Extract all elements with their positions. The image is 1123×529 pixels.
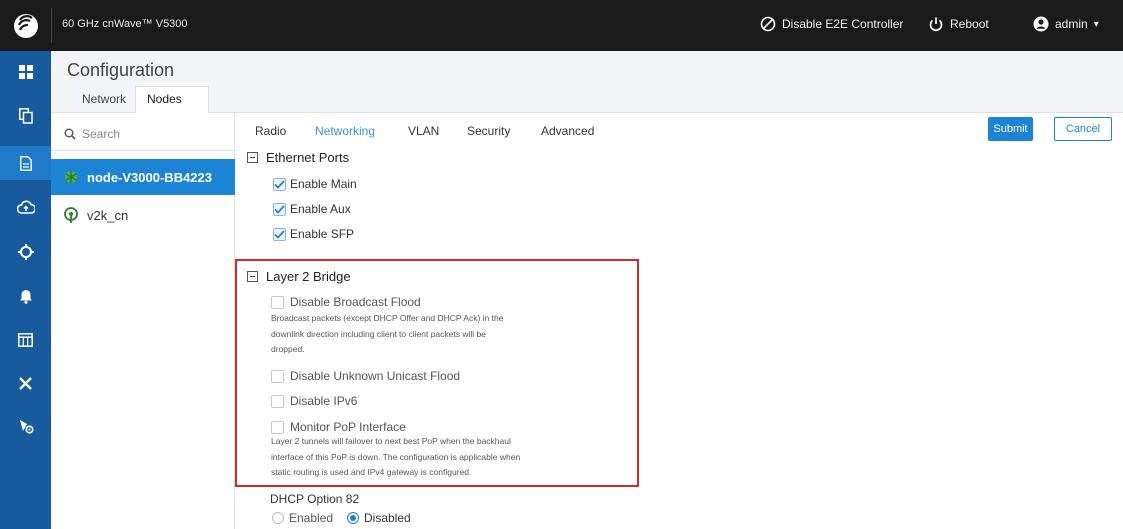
- disable-e2e-controller-label: Disable E2E Controller: [782, 17, 904, 31]
- user-name: admin: [1055, 17, 1088, 31]
- dhcp-enabled-label: Enabled: [289, 511, 334, 525]
- configuration-icon: [19, 155, 32, 171]
- app-title: 60 GHz cnWave™ V5300: [62, 18, 188, 30]
- logo-divider: [51, 8, 52, 43]
- rail-schedule[interactable]: [0, 323, 51, 357]
- disable-e2e-controller-button[interactable]: Disable E2E Controller: [760, 16, 903, 32]
- power-icon: [929, 17, 943, 32]
- tab-security[interactable]: Security: [467, 124, 510, 138]
- dhcp-disabled-radio[interactable]: [347, 512, 359, 524]
- check-icon: [274, 179, 285, 189]
- enable-main-option[interactable]: Enable Main: [273, 177, 357, 191]
- rail-configuration[interactable]: [0, 146, 51, 180]
- logo-icon: [13, 13, 38, 38]
- page-title: Configuration: [67, 60, 175, 80]
- enable-sfp-label: Enable SFP: [290, 227, 355, 241]
- rail-dashboard[interactable]: [0, 55, 51, 89]
- node-item-bb4223[interactable]: node-V3000-BB4223: [51, 159, 235, 195]
- rail-alarms[interactable]: [0, 279, 51, 313]
- search-icon: [64, 128, 76, 140]
- calendar-icon: [18, 333, 33, 347]
- chevron-down-icon: ▾: [1093, 18, 1099, 30]
- rail-target[interactable]: [0, 235, 51, 269]
- user-icon: [1033, 16, 1049, 32]
- tab-vlan[interactable]: VLAN: [408, 124, 439, 138]
- rail-network-settings[interactable]: [0, 409, 51, 443]
- nav-rail: [0, 51, 51, 529]
- dhcp-disabled-option[interactable]: Disabled: [347, 511, 411, 525]
- enable-aux-option[interactable]: Enable Aux: [273, 202, 351, 216]
- ethernet-ports-header[interactable]: Ethernet Ports: [247, 150, 349, 165]
- node-item-v2k-cn[interactable]: v2k_cn: [51, 197, 235, 233]
- check-icon: [274, 204, 285, 214]
- submit-button[interactable]: Submit: [988, 117, 1033, 141]
- tab-nodes[interactable]: Nodes: [147, 92, 182, 109]
- reboot-button[interactable]: Reboot: [928, 16, 989, 32]
- collapse-icon[interactable]: [247, 152, 258, 163]
- node-search: [51, 117, 235, 151]
- dashboard-icon: [18, 65, 33, 79]
- target-icon: [17, 244, 34, 260]
- tab-network[interactable]: Network: [82, 92, 126, 109]
- node-name: node-V3000-BB4223: [87, 169, 212, 185]
- dhcp-disabled-label: Disabled: [364, 511, 411, 525]
- tab-advanced[interactable]: Advanced: [541, 124, 594, 138]
- enable-sfp-option[interactable]: Enable SFP: [273, 227, 354, 241]
- page-header: Configuration Network Nodes: [51, 51, 1123, 113]
- cancel-button[interactable]: Cancel: [1054, 117, 1112, 141]
- rail-software-upgrade[interactable]: [0, 190, 51, 224]
- check-icon: [274, 229, 285, 239]
- tab-networking[interactable]: Networking: [315, 124, 375, 138]
- enable-aux-label: Enable Aux: [290, 202, 351, 216]
- top-bar: 60 GHz cnWave™ V5300 Disable E2E Control…: [0, 0, 1123, 51]
- client-node-icon: [64, 207, 78, 223]
- rail-copy[interactable]: [0, 99, 51, 133]
- cloud-upload-icon: [16, 200, 35, 214]
- rail-tools[interactable]: [0, 366, 51, 400]
- user-menu[interactable]: admin ▾: [1033, 16, 1099, 32]
- reboot-label: Reboot: [950, 17, 989, 31]
- network-settings-icon: [19, 420, 34, 434]
- enable-sfp-checkbox[interactable]: [273, 227, 286, 241]
- tab-radio[interactable]: Radio: [255, 124, 286, 138]
- cambium-logo[interactable]: [0, 0, 51, 51]
- distribution-node-icon: [65, 171, 77, 183]
- node-name: v2k_cn: [87, 207, 129, 223]
- enable-main-label: Enable Main: [290, 177, 357, 191]
- dhcp-enabled-radio[interactable]: [272, 512, 284, 524]
- copy-icon: [18, 108, 33, 124]
- node-list-panel: node-V3000-BB4223 v2k_cn: [51, 113, 235, 529]
- disable-icon: [760, 16, 776, 32]
- dhcp-enabled-option[interactable]: Enabled: [272, 511, 333, 525]
- tools-icon: [19, 376, 32, 390]
- ethernet-ports-title: Ethernet Ports: [266, 150, 350, 165]
- enable-main-checkbox[interactable]: [273, 177, 286, 191]
- dhcp-option-82-title: DHCP Option 82: [270, 492, 360, 506]
- bell-icon: [19, 289, 32, 304]
- enable-aux-checkbox[interactable]: [273, 202, 286, 216]
- search-input[interactable]: [82, 126, 222, 141]
- highlight-box: [235, 259, 639, 487]
